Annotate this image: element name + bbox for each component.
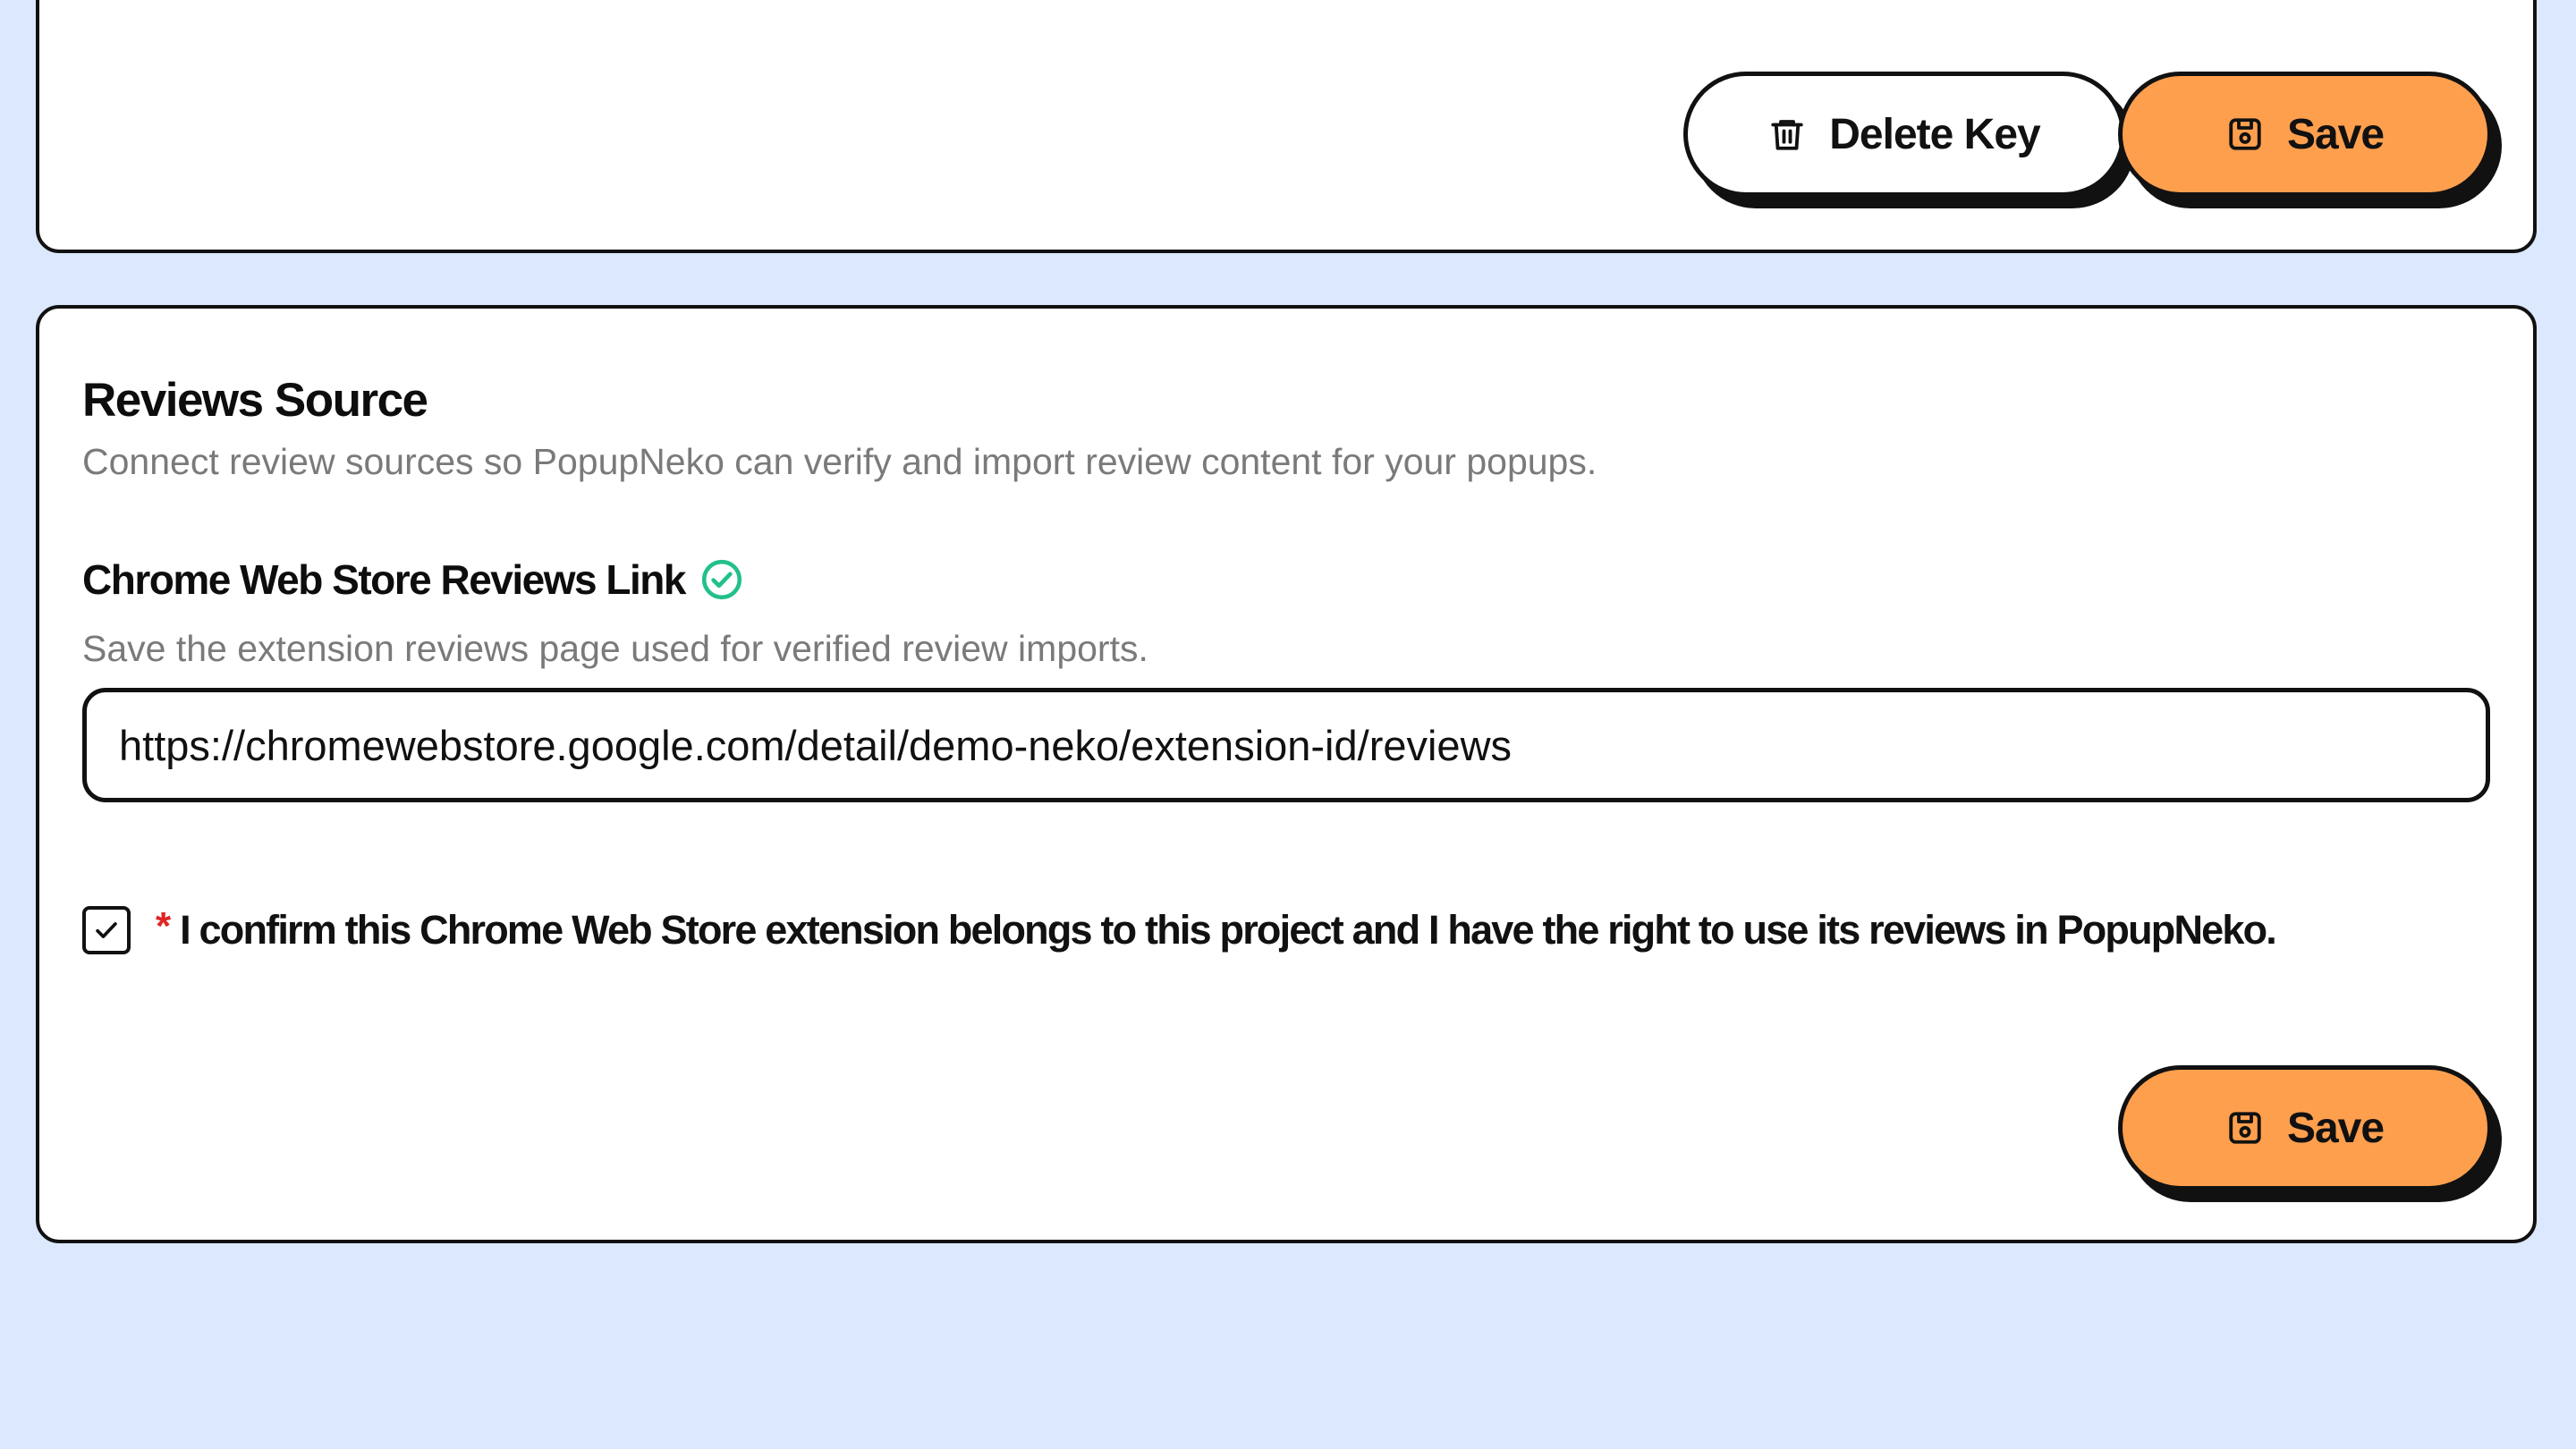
section-description: Connect review sources so PopupNeko can … — [82, 441, 1597, 482]
save-icon — [2226, 115, 2264, 153]
ownership-confirm-checkbox[interactable] — [82, 906, 131, 954]
chrome-link-input[interactable] — [82, 688, 2490, 802]
api-key-card: Delete Key Save — [36, 0, 2537, 253]
delete-key-label: Delete Key — [1829, 110, 2040, 158]
reviews-source-card: Reviews Source Connect review sources so… — [36, 305, 2537, 1243]
delete-key-button[interactable]: Delete Key — [1683, 72, 2125, 197]
ownership-confirm-label[interactable]: I confirm this Chrome Web Store extensio… — [180, 907, 2277, 953]
required-mark: * — [156, 904, 172, 948]
save-label: Save — [2286, 110, 2385, 158]
check-circle-icon — [699, 557, 744, 602]
reviews-save-button[interactable]: Save — [2118, 1065, 2492, 1191]
chrome-link-help: Save the extension reviews page used for… — [82, 628, 1148, 669]
chrome-link-label: Chrome Web Store Reviews Link — [82, 556, 686, 603]
trash-icon — [1768, 115, 1806, 153]
save-button[interactable]: Save — [2118, 72, 2492, 197]
checkmark-icon — [96, 922, 117, 938]
chrome-link-label-row: Chrome Web Store Reviews Link — [82, 555, 744, 604]
save-icon — [2226, 1109, 2264, 1147]
section-title: Reviews Source — [82, 374, 428, 427]
ownership-confirm-row: * I confirm this Chrome Web Store extens… — [82, 904, 2277, 954]
save-label: Save — [2286, 1104, 2385, 1152]
